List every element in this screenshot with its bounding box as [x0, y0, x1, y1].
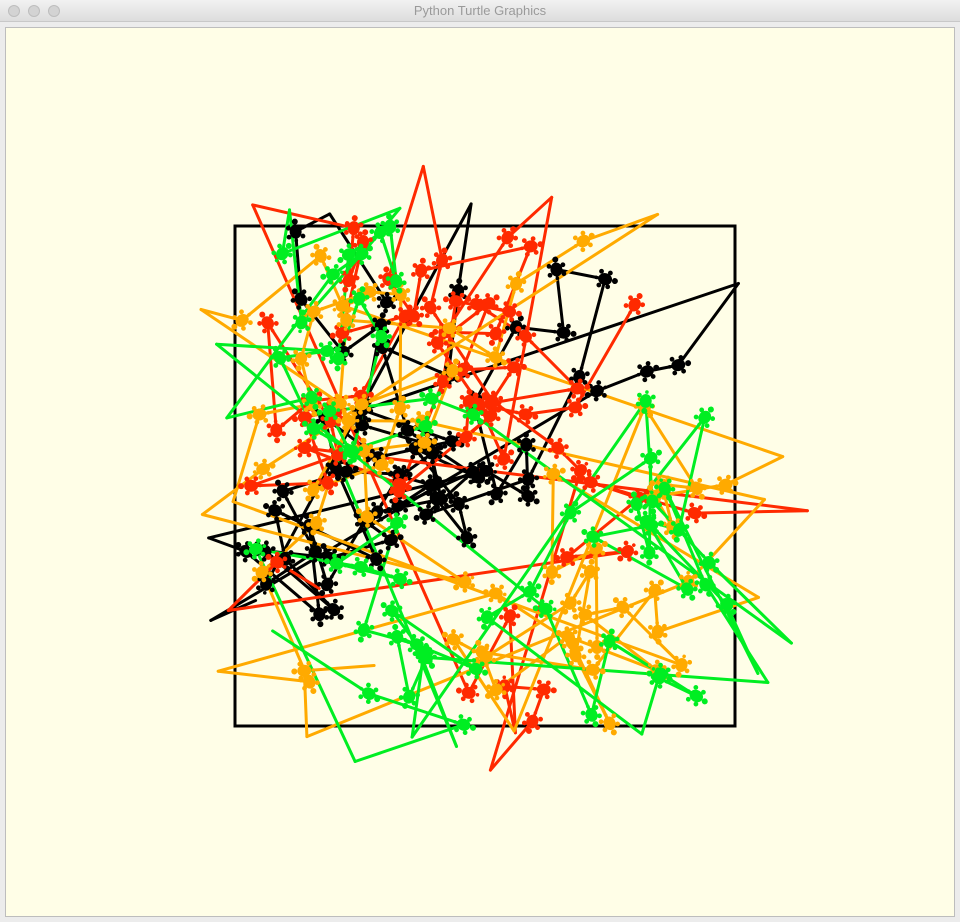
- turtle-canvas[interactable]: [6, 28, 954, 916]
- trail-segment: [550, 472, 555, 574]
- turtle-graphics-window: Python Turtle Graphics: [0, 0, 960, 922]
- window-title: Python Turtle Graphics: [413, 3, 547, 18]
- trail-segment: [594, 547, 599, 649]
- turtle-canvas-frame: [5, 27, 955, 917]
- title-bar[interactable]: Python Turtle Graphics: [0, 0, 960, 22]
